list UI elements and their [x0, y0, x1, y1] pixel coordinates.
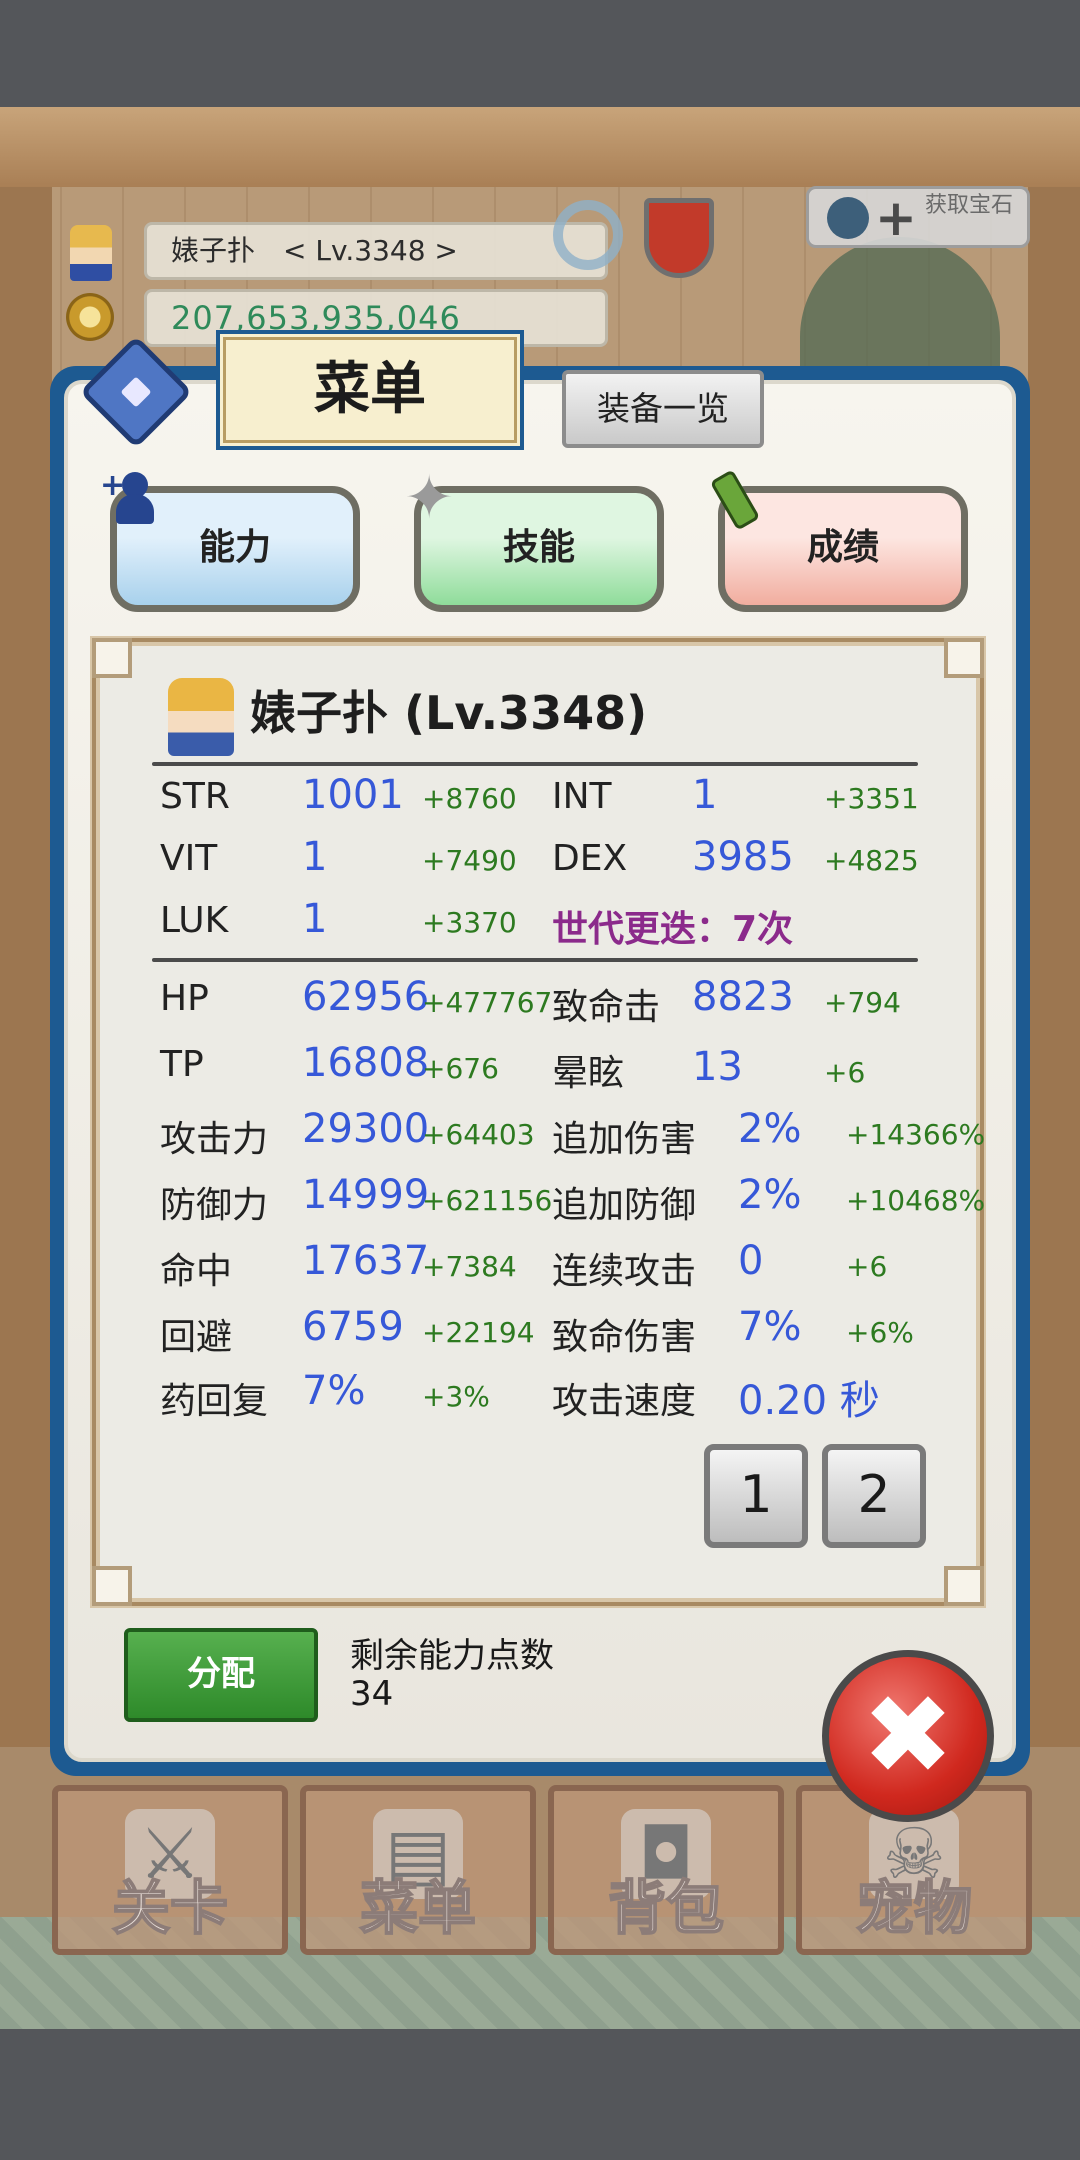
remaining-points-value: 34 [350, 1674, 394, 1714]
pillar-left [0, 187, 52, 1747]
stat-combo-label: 连续攻击 [552, 1251, 697, 1292]
stat-extra-dmg-label: 追加伤害 [552, 1119, 697, 1160]
stat-stun-value: 13 [692, 1044, 743, 1090]
stat-vit-value: 1 [302, 834, 328, 880]
nav-menu-label: 菜单 [359, 1873, 477, 1943]
stat-hp-label: HP [160, 978, 209, 1019]
stat-extra-def-bonus: +10468% [846, 1184, 986, 1217]
stat-stun-bonus: +6 [824, 1056, 866, 1089]
stat-crit-dmg-value: 7% [738, 1304, 802, 1350]
stat-hp-bonus: +477767 [422, 986, 553, 1019]
divider [152, 762, 918, 766]
stat-def-value: 14999 [302, 1172, 430, 1218]
stat-dex-bonus: +4825 [824, 844, 919, 877]
get-gems-button[interactable]: + 获取宝石 [806, 186, 1030, 248]
nav-stage[interactable]: ⚔ 关卡 [52, 1785, 288, 1955]
stat-extra-dmg-value: 2% [738, 1106, 802, 1152]
menu-title-tab: 菜单 [216, 330, 524, 450]
stat-atk-speed-value: 0.20 秒 [738, 1378, 880, 1424]
character-title: 婊子扑 (Lv.3348) [250, 686, 648, 740]
divider [152, 958, 918, 962]
stat-combo-value: 0 [738, 1238, 764, 1284]
stat-def-label: 防御力 [160, 1185, 269, 1226]
character-avatar [168, 678, 234, 756]
stat-potion-bonus: +3% [422, 1380, 490, 1413]
stat-hp-value: 62956 [302, 974, 430, 1020]
stat-extra-dmg-bonus: +14366% [846, 1118, 986, 1151]
remaining-points-label: 剩余能力点数 [350, 1636, 554, 1676]
stat-hit-bonus: +7384 [422, 1250, 517, 1283]
stat-int-label: INT [552, 776, 612, 817]
stat-evade-value: 6759 [302, 1304, 404, 1350]
close-button[interactable]: ✖ [822, 1650, 994, 1822]
person-add-icon: + [100, 468, 154, 524]
page-1-button[interactable]: 1 [704, 1444, 808, 1548]
stat-potion-label: 药回复 [160, 1381, 269, 1422]
stat-str-value: 1001 [302, 772, 404, 818]
stat-crit-value: 8823 [692, 974, 794, 1020]
stat-vit-label: VIT [160, 838, 218, 879]
stat-crit-dmg-bonus: +6% [846, 1316, 914, 1349]
frame-corner-br [944, 1566, 984, 1606]
gem-orb-icon [827, 197, 869, 239]
stat-crit-label: 致命击 [552, 987, 661, 1028]
stat-str-bonus: +8760 [422, 782, 517, 815]
stat-stun-label: 晕眩 [552, 1053, 625, 1094]
stat-extra-def-label: 追加防御 [552, 1185, 697, 1226]
nav-bag-label: 背包 [607, 1873, 725, 1943]
nav-stage-label: 关卡 [111, 1873, 229, 1943]
page-2-button[interactable]: 2 [822, 1444, 926, 1548]
stat-hit-value: 17637 [302, 1238, 430, 1284]
player-avatar-icon [70, 225, 112, 281]
ring-icon [553, 200, 623, 270]
nav-bag[interactable]: ◘ 背包 [548, 1785, 784, 1955]
stat-combo-bonus: +6 [846, 1250, 888, 1283]
frame-corner-bl [92, 1566, 132, 1606]
stat-atk-label: 攻击力 [160, 1119, 269, 1160]
stat-extra-def-value: 2% [738, 1172, 802, 1218]
plus-icon: + [875, 189, 917, 247]
stat-def-bonus: +621156 [422, 1184, 553, 1217]
stat-atk-bonus: +64403 [422, 1118, 535, 1151]
frame-corner-tr [944, 638, 984, 678]
stat-dex-value: 3985 [692, 834, 794, 880]
nav-menu[interactable]: ▤ 菜单 [300, 1785, 536, 1955]
stat-int-bonus: +3351 [824, 782, 919, 815]
stat-evade-bonus: +22194 [422, 1316, 535, 1349]
close-icon: ✖ [861, 1671, 955, 1799]
stat-tp-label: TP [160, 1044, 204, 1085]
stat-crit-bonus: +794 [824, 986, 901, 1019]
stat-luk-bonus: +3370 [422, 906, 517, 939]
stat-evade-label: 回避 [160, 1317, 233, 1358]
pillar-right [1028, 187, 1080, 1747]
nav-pet-label: 宠物 [855, 1873, 973, 1943]
stat-atk-speed-label: 攻击速度 [552, 1381, 697, 1422]
stat-luk-label: LUK [160, 900, 229, 941]
stat-luk-value: 1 [302, 896, 328, 942]
tab-record[interactable]: 成绩 [718, 486, 968, 612]
shield-icon [644, 198, 714, 278]
stat-int-value: 1 [692, 772, 718, 818]
stat-hit-label: 命中 [160, 1251, 233, 1292]
gold-coin-icon [66, 293, 114, 341]
stat-str-label: STR [160, 776, 230, 817]
frame-corner-tl [92, 638, 132, 678]
allot-button[interactable]: 分配 [124, 1628, 318, 1722]
ceiling-beam [0, 107, 1080, 193]
stat-potion-value: 7% [302, 1368, 366, 1414]
stat-crit-dmg-label: 致命伤害 [552, 1317, 697, 1358]
equipment-list-button[interactable]: 装备一览 [562, 370, 764, 448]
player-name-box: 婊子扑 < Lv.3348 > [144, 222, 608, 280]
stat-vit-bonus: +7490 [422, 844, 517, 877]
get-gems-label: 获取宝石 [925, 193, 1014, 218]
stat-tp-value: 16808 [302, 1040, 430, 1086]
stat-atk-value: 29300 [302, 1106, 430, 1152]
stat-dex-label: DEX [552, 838, 628, 879]
stat-tp-bonus: +676 [422, 1052, 499, 1085]
sparkle-icon: ✦ [404, 463, 455, 533]
generation-count: 世代更迭：7次 [552, 909, 794, 950]
